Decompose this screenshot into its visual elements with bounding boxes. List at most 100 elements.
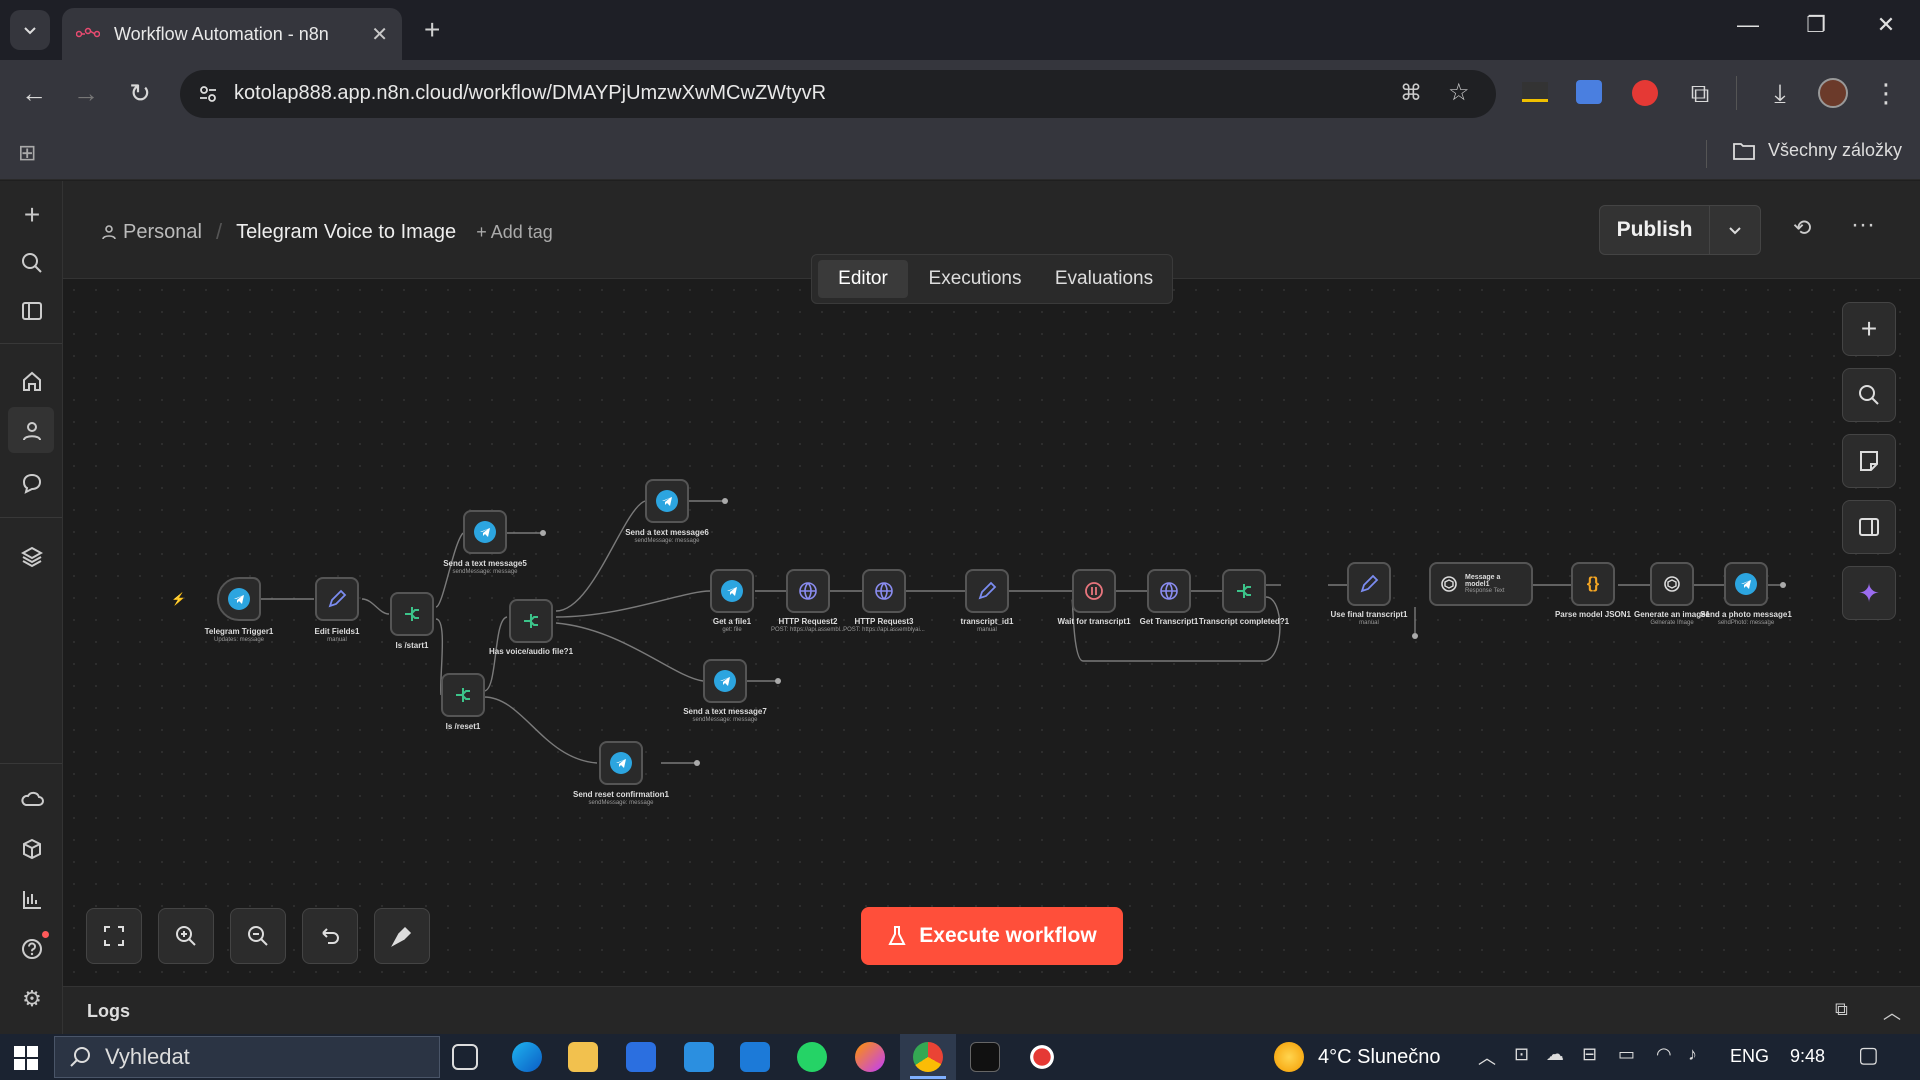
site-settings-icon[interactable] — [198, 84, 218, 104]
vscode-icon[interactable] — [740, 1042, 770, 1072]
record-icon[interactable] — [1027, 1042, 1057, 1072]
extension-icon-1[interactable] — [1522, 82, 1548, 102]
bookmark-star-icon[interactable]: ☆ — [1448, 78, 1470, 107]
node-http-request2[interactable] — [786, 569, 830, 613]
node-transcript-completed[interactable] — [1222, 569, 1266, 613]
back-icon[interactable]: ← — [18, 78, 50, 109]
node-wait-for-transcript[interactable] — [1072, 569, 1116, 613]
tab-search-button[interactable] — [10, 10, 50, 50]
downloads-icon[interactable]: ⤓ — [1764, 78, 1796, 110]
task-view-icon[interactable] — [452, 1044, 478, 1070]
node-telegram-trigger[interactable] — [217, 577, 261, 621]
forward-icon[interactable]: → — [70, 78, 102, 109]
layers-icon[interactable] — [18, 543, 46, 571]
translate-icon[interactable]: ⌘ — [1400, 80, 1422, 106]
fit-view-button[interactable] — [86, 908, 142, 964]
publish-options-button[interactable] — [1710, 206, 1760, 254]
meet-icon[interactable]: ⊡ — [1514, 1044, 1529, 1065]
restore-icon[interactable]: ❐ — [1796, 12, 1836, 38]
cloud-icon[interactable] — [18, 785, 46, 813]
profile-avatar[interactable] — [1818, 78, 1848, 108]
node-http-request3[interactable] — [862, 569, 906, 613]
node-is-start[interactable] — [390, 592, 434, 636]
add-tag-button[interactable]: + Add tag — [476, 222, 553, 243]
node-send-reset-confirmation[interactable] — [599, 741, 643, 785]
workflow-canvas[interactable]: ⚡ Telegram Trigger1 Updates: message Edi… — [63, 279, 1920, 986]
extensions-puzzle-icon[interactable]: ⧉ — [1684, 78, 1716, 110]
all-bookmarks-folder[interactable]: Všechny záložky — [1732, 140, 1902, 161]
node-get-transcript[interactable] — [1147, 569, 1191, 613]
apps-grid-icon[interactable]: ⊞ — [18, 140, 36, 166]
help-icon[interactable] — [18, 935, 46, 963]
new-tab-button[interactable]: + — [424, 14, 440, 46]
tab-editor[interactable]: Editor — [818, 260, 908, 298]
node-transcript-id[interactable] — [965, 569, 1009, 613]
tray-chevron-up-icon[interactable]: ︿ — [1478, 1044, 1496, 1070]
home-icon[interactable] — [18, 367, 46, 395]
mail-icon[interactable] — [684, 1042, 714, 1072]
publish-button[interactable]: Publish — [1600, 206, 1710, 254]
clock-time[interactable]: 9:48 — [1790, 1046, 1825, 1067]
tab-close-icon[interactable]: ✕ — [371, 22, 388, 47]
zoom-out-button[interactable] — [230, 908, 286, 964]
wifi-icon[interactable]: ◠ — [1656, 1044, 1672, 1065]
sticky-note-button[interactable] — [1842, 434, 1896, 488]
whatsapp-icon[interactable] — [797, 1042, 827, 1072]
microsoft-store-icon[interactable] — [626, 1042, 656, 1072]
edge-icon[interactable] — [512, 1042, 542, 1072]
create-plus-icon[interactable]: + — [18, 199, 46, 230]
node-parse-model-json[interactable]: {} — [1571, 562, 1615, 606]
templates-cube-icon[interactable] — [18, 835, 46, 863]
app-icon-black[interactable] — [970, 1042, 1000, 1072]
popout-icon[interactable]: ⧉ — [1835, 999, 1848, 1020]
battery-icon[interactable]: ▭ — [1618, 1044, 1635, 1065]
ai-assistant-sparkle-icon[interactable]: ✦ — [1842, 566, 1896, 620]
undo-button[interactable] — [302, 908, 358, 964]
node-is-reset[interactable] — [441, 673, 485, 717]
weather-text[interactable]: 4°C Slunečno — [1318, 1046, 1441, 1069]
reload-icon[interactable]: ↻ — [124, 78, 156, 109]
node-send-text-message7[interactable] — [703, 659, 747, 703]
file-explorer-icon[interactable] — [568, 1042, 598, 1072]
minimize-icon[interactable]: — — [1728, 12, 1768, 38]
chevron-up-icon[interactable]: ︿ — [1883, 999, 1901, 1025]
breadcrumb-project[interactable]: Personal — [123, 221, 202, 244]
onedrive-icon[interactable]: ☁ — [1546, 1044, 1564, 1065]
node-message-a-model[interactable]: Message a model1 Response Text — [1429, 562, 1533, 606]
menu-dots-icon[interactable]: ⋮ — [1870, 78, 1902, 109]
language-indicator[interactable]: ENG — [1730, 1046, 1769, 1067]
canvas-search-button[interactable] — [1842, 368, 1896, 422]
extension-icon-2[interactable] — [1576, 80, 1602, 104]
close-window-icon[interactable]: ✕ — [1866, 12, 1906, 38]
node-get-a-file[interactable] — [710, 569, 754, 613]
node-use-final-transcript[interactable] — [1347, 562, 1391, 606]
toggle-panel-button[interactable] — [1842, 500, 1896, 554]
node-send-text-message5[interactable] — [463, 510, 507, 554]
zoom-in-button[interactable] — [158, 908, 214, 964]
more-options-icon[interactable]: ··· — [1851, 211, 1875, 239]
node-has-voice-audio[interactable] — [509, 599, 553, 643]
node-send-a-photo-message[interactable] — [1724, 562, 1768, 606]
execute-workflow-button[interactable]: Execute workflow — [861, 907, 1123, 965]
address-bar[interactable]: kotolap888.app.n8n.cloud/workflow/DMAYPj… — [180, 70, 1496, 118]
workflow-name[interactable]: Telegram Voice to Image — [236, 221, 456, 244]
tidy-up-button[interactable] — [374, 908, 430, 964]
chat-icon[interactable] — [18, 469, 46, 497]
volume-icon[interactable]: ♪ — [1688, 1044, 1697, 1065]
node-generate-an-image[interactable] — [1650, 562, 1694, 606]
node-send-text-message6[interactable] — [645, 479, 689, 523]
history-icon[interactable]: ⟲ — [1793, 215, 1811, 241]
insights-chart-icon[interactable] — [18, 885, 46, 913]
search-icon[interactable] — [18, 249, 46, 277]
tab-evaluations[interactable]: Evaluations — [1040, 260, 1168, 298]
windows-start-icon[interactable] — [14, 1046, 38, 1075]
tab-executions[interactable]: Executions — [916, 260, 1034, 298]
node-edit-fields[interactable] — [315, 577, 359, 621]
logs-panel-bar[interactable]: Logs ⧉ ︿ — [63, 986, 1920, 1034]
add-node-button[interactable]: + — [1842, 302, 1896, 356]
notifications-icon[interactable]: ▢ — [1858, 1042, 1879, 1068]
display-icon[interactable]: ⊟ — [1582, 1044, 1597, 1065]
panel-toggle-icon[interactable] — [18, 297, 46, 325]
settings-gear-icon[interactable]: ⚙ — [18, 985, 46, 1013]
extension-icon-3[interactable] — [1632, 80, 1658, 106]
